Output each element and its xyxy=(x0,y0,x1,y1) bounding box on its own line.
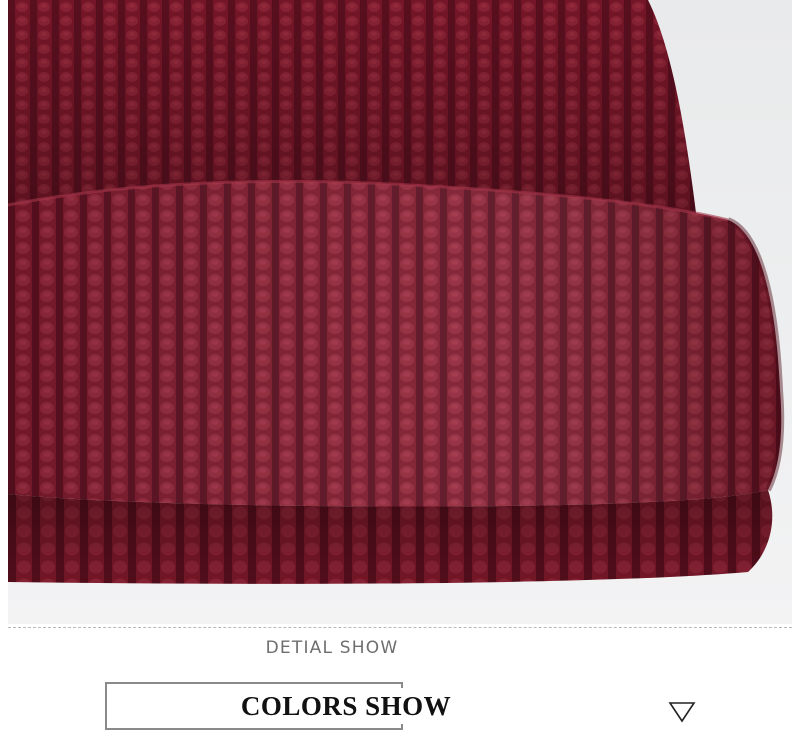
detail-caption: DETIAL SHOW xyxy=(265,638,399,658)
product-photo xyxy=(8,0,792,624)
colors-heading: COLORS SHOW xyxy=(230,688,462,724)
divider-line xyxy=(8,627,792,628)
beanie-cuff xyxy=(8,179,785,507)
triangle-down-outline-icon xyxy=(668,700,696,724)
